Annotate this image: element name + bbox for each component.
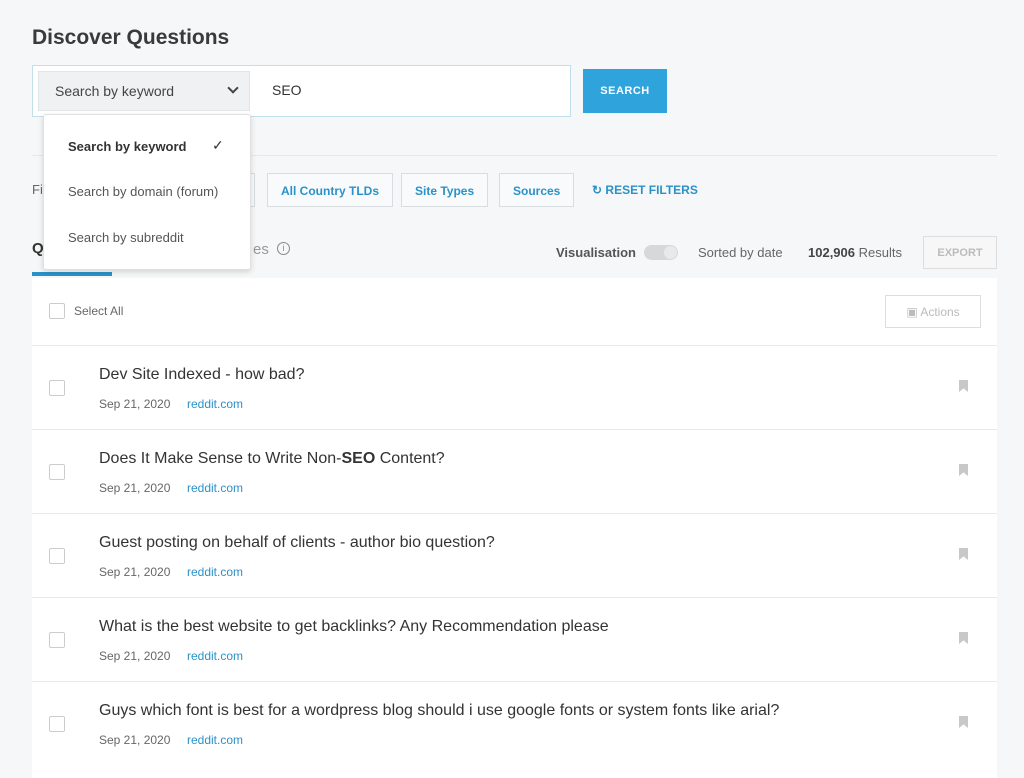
visualisation-label: Visualisation xyxy=(556,245,636,260)
question-title[interactable]: Dev Site Indexed - how bad? xyxy=(99,366,304,384)
question-date: Sep 21, 2020 xyxy=(99,397,171,411)
row-checkbox[interactable] xyxy=(49,632,65,648)
search-button[interactable]: SEARCH xyxy=(583,69,667,113)
list-item[interactable]: Does It Make Sense to Write Non-SEO Cont… xyxy=(32,429,997,513)
reset-filters-button[interactable]: ↻ RESET FILTERS xyxy=(592,183,698,197)
results-count: 102,906 Results xyxy=(808,245,902,260)
chat-icon: ▣ xyxy=(906,304,918,319)
bookmark-icon[interactable] xyxy=(959,380,968,392)
select-all-label: Select All xyxy=(74,304,124,318)
question-source-link[interactable]: reddit.com xyxy=(187,733,243,747)
question-date: Sep 21, 2020 xyxy=(99,565,171,579)
question-title[interactable]: Guys which font is best for a wordpress … xyxy=(99,702,779,720)
search-mode-dropdown: Search by keyword ✓ Search by domain (fo… xyxy=(43,114,251,270)
tab-questions[interactable]: Q xyxy=(32,240,44,257)
list-item[interactable]: Guys which font is best for a wordpress … xyxy=(32,681,997,765)
info-icon[interactable]: i xyxy=(277,242,290,255)
actions-label: Actions xyxy=(920,304,960,319)
bookmark-icon[interactable] xyxy=(959,716,968,728)
active-tab-indicator xyxy=(32,272,112,276)
filter-country-tlds[interactable]: All Country TLDs xyxy=(267,173,393,207)
results-number: 102,906 xyxy=(808,245,855,260)
chevron-down-icon xyxy=(227,82,239,94)
tab-second[interactable]: es xyxy=(253,241,269,258)
bookmark-icon[interactable] xyxy=(959,464,968,476)
select-all-checkbox[interactable] xyxy=(49,303,65,319)
question-title[interactable]: Guest posting on behalf of clients - aut… xyxy=(99,534,495,552)
refresh-icon: ↻ xyxy=(592,183,603,197)
export-button[interactable]: EXPORT xyxy=(923,236,997,269)
bookmark-icon[interactable] xyxy=(959,632,968,644)
question-source-link[interactable]: reddit.com xyxy=(187,565,243,579)
reset-filters-label: RESET FILTERS xyxy=(605,183,698,197)
actions-button[interactable]: ▣ Actions xyxy=(885,295,981,328)
option-search-by-keyword[interactable]: Search by keyword xyxy=(68,139,187,154)
search-mode-select[interactable]: Search by keyword xyxy=(38,71,250,111)
row-checkbox[interactable] xyxy=(49,548,65,564)
row-checkbox[interactable] xyxy=(49,716,65,732)
title-highlight: SEO xyxy=(341,450,376,467)
search-mode-value: Search by keyword xyxy=(55,83,175,99)
visualisation-toggle[interactable] xyxy=(644,245,678,260)
question-title[interactable]: Does It Make Sense to Write Non-SEO Cont… xyxy=(99,450,445,468)
question-date: Sep 21, 2020 xyxy=(99,481,171,495)
sort-dropdown[interactable]: Sorted by date xyxy=(698,245,783,260)
search-input[interactable]: SEO xyxy=(272,82,302,98)
filter-site-types[interactable]: Site Types xyxy=(401,173,489,207)
question-source-link[interactable]: reddit.com xyxy=(187,649,243,663)
bookmark-icon[interactable] xyxy=(959,548,968,560)
option-search-by-subreddit[interactable]: Search by subreddit xyxy=(68,230,184,245)
question-date: Sep 21, 2020 xyxy=(99,649,171,663)
title-text-end: Content? xyxy=(375,450,445,467)
list-item[interactable]: What is the best website to get backlink… xyxy=(32,597,997,681)
page-title: Discover Questions xyxy=(32,26,230,49)
filter-sources[interactable]: Sources xyxy=(499,173,575,207)
question-title[interactable]: What is the best website to get backlink… xyxy=(99,618,609,636)
title-text: What is the best website to get backlink… xyxy=(99,618,609,635)
question-date: Sep 21, 2020 xyxy=(99,733,171,747)
row-checkbox[interactable] xyxy=(49,464,65,480)
list-item[interactable]: Dev Site Indexed - how bad? Sep 21, 2020… xyxy=(32,345,997,429)
row-checkbox[interactable] xyxy=(49,380,65,396)
title-text: Dev Site Indexed - how bad? xyxy=(99,366,305,383)
title-text: Guest posting on behalf of clients - aut… xyxy=(99,534,495,551)
title-text: Does It Make Sense to Write Non- xyxy=(99,450,342,467)
title-text: Guys which font is best for a wordpress … xyxy=(99,702,780,719)
question-source-link[interactable]: reddit.com xyxy=(187,397,243,411)
results-suffix: Results xyxy=(858,245,902,260)
list-item[interactable]: Guest posting on behalf of clients - aut… xyxy=(32,513,997,597)
check-icon: ✓ xyxy=(212,137,224,153)
option-search-by-domain[interactable]: Search by domain (forum) xyxy=(68,184,218,199)
filters-label: Fi xyxy=(32,182,43,197)
question-source-link[interactable]: reddit.com xyxy=(187,481,243,495)
